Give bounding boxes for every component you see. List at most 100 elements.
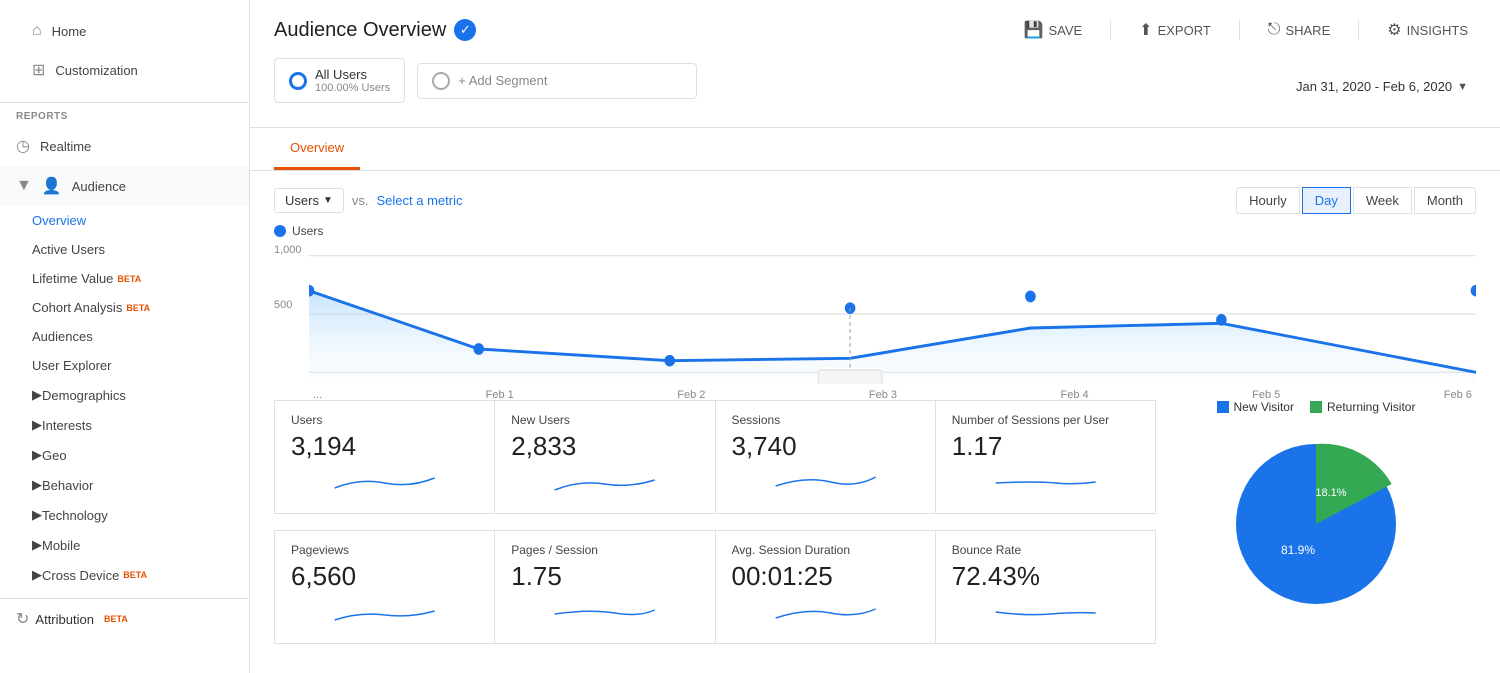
date-range-selector[interactable]: Jan 31, 2020 - Feb 6, 2020 ▼ xyxy=(1288,75,1476,98)
chart-dot-5 xyxy=(1216,314,1227,326)
sidebar-subitem-overview[interactable]: Overview xyxy=(0,206,249,235)
metrics-grid-top: Users 3,194 New Users 2,833 Sessions 3,7… xyxy=(274,400,1156,514)
sidebar-subitem-audiences[interactable]: Audiences xyxy=(0,322,249,351)
demographics-label: Demographics xyxy=(42,388,126,403)
metric-dropdown[interactable]: Users ▼ xyxy=(274,188,344,213)
x-label-6: Feb 6 xyxy=(1444,389,1472,401)
cross-device-label: Cross Device xyxy=(42,568,119,583)
segment-add-button[interactable]: + Add Segment xyxy=(417,63,697,99)
sparkline-spu xyxy=(952,468,1139,498)
pie-legend: New Visitor Returning Visitor xyxy=(1217,400,1416,414)
sparkline-users xyxy=(291,468,478,498)
page-title: Audience Overview xyxy=(274,19,446,42)
metric-value-pageviews: 6,560 xyxy=(291,561,478,592)
segment-circle-blue xyxy=(289,72,307,90)
metric-card-avg-duration: Avg. Session Duration 00:01:25 xyxy=(716,531,935,643)
share-button[interactable]: ⎋ SHARE xyxy=(1260,17,1338,43)
period-btn-hourly[interactable]: Hourly xyxy=(1236,187,1300,214)
realtime-label: Realtime xyxy=(40,139,91,154)
segment-circle-gray xyxy=(432,72,450,90)
x-label-4: Feb 4 xyxy=(1061,389,1089,401)
metric-label-sessions-per-user: Number of Sessions per User xyxy=(952,413,1139,427)
sidebar-item-realtime[interactable]: ◷ Realtime xyxy=(0,126,249,166)
sidebar-subitem-behavior[interactable]: ▶ Behavior xyxy=(0,470,249,500)
x-label-2: Feb 2 xyxy=(677,389,705,401)
mobile-label: Mobile xyxy=(42,538,80,553)
main-header: Audience Overview ✓ 💾 SAVE ⬆ EXPORT ⎋ SH… xyxy=(250,0,1500,128)
tab-overview[interactable]: Overview xyxy=(274,128,360,170)
behavior-label: Behavior xyxy=(42,478,93,493)
export-button[interactable]: ⬆ EXPORT xyxy=(1131,16,1219,44)
sidebar-top: ⌂ Home ⊞ Customization xyxy=(0,0,249,103)
period-btn-week[interactable]: Week xyxy=(1353,187,1412,214)
sidebar-item-home[interactable]: ⌂ Home xyxy=(16,12,233,50)
overview-label: Overview xyxy=(32,213,86,228)
attribution-icon: ↻ xyxy=(16,609,29,629)
sidebar-subitem-technology[interactable]: ▶ Technology xyxy=(0,500,249,530)
insights-button[interactable]: ⚙ INSIGHTS xyxy=(1379,16,1476,44)
lifetime-value-label: Lifetime Value xyxy=(32,271,113,286)
content-area: Users ▼ vs. Select a metric Hourly Day W… xyxy=(250,171,1500,673)
metric-value-users: 3,194 xyxy=(291,431,478,462)
sidebar-subitem-cross-device[interactable]: ▶ Cross Device BETA xyxy=(0,560,249,590)
sidebar-subitem-geo[interactable]: ▶ Geo xyxy=(0,440,249,470)
verified-icon: ✓ xyxy=(454,19,476,41)
metric-value-new-users: 2,833 xyxy=(511,431,698,462)
technology-label: Technology xyxy=(42,508,108,523)
sidebar-attribution[interactable]: ↻ Attribution BETA xyxy=(0,598,249,639)
sidebar-item-customization[interactable]: ⊞ Customization xyxy=(16,50,233,90)
select-metric-link[interactable]: Select a metric xyxy=(376,193,462,208)
sidebar-subitem-cohort[interactable]: Cohort Analysis BETA xyxy=(0,293,249,322)
sidebar-subitem-mobile[interactable]: ▶ Mobile xyxy=(0,530,249,560)
attribution-label: Attribution xyxy=(35,612,94,627)
date-range-chevron: ▼ xyxy=(1457,81,1468,93)
person-icon: 👤 xyxy=(42,176,62,196)
sidebar-subitem-user-explorer[interactable]: User Explorer xyxy=(0,351,249,380)
audiences-label: Audiences xyxy=(32,329,93,344)
save-label: SAVE xyxy=(1048,23,1082,38)
home-label: Home xyxy=(52,24,87,39)
divider-2 xyxy=(1239,20,1240,40)
cross-device-arrow: ▶ xyxy=(32,567,42,583)
sparkline-duration xyxy=(732,598,919,628)
sparkline-ps xyxy=(511,598,698,628)
period-btn-month[interactable]: Month xyxy=(1414,187,1476,214)
metric-card-users: Users 3,194 xyxy=(275,401,494,513)
sidebar-item-audience[interactable]: ▼ 👤 Audience xyxy=(0,166,249,206)
mobile-arrow: ▶ xyxy=(32,537,42,553)
chart-dot-2 xyxy=(664,355,675,367)
metric-card-pageviews: Pageviews 6,560 xyxy=(275,531,494,643)
geo-arrow: ▶ xyxy=(32,447,42,463)
metric-card-sessions-per-user: Number of Sessions per User 1.17 xyxy=(936,401,1155,513)
metric-label-pages-session: Pages / Session xyxy=(511,543,698,557)
sidebar-subitem-active-users[interactable]: Active Users xyxy=(0,235,249,264)
lifetime-value-beta-badge: BETA xyxy=(117,274,141,284)
save-icon: 💾 xyxy=(1024,20,1044,40)
sidebar-subitem-demographics[interactable]: ▶ Demographics xyxy=(0,380,249,410)
pie-new-pct: 81.9% xyxy=(1281,543,1315,557)
metrics-section: Users 3,194 New Users 2,833 Sessions 3,7… xyxy=(274,400,1156,644)
customization-label: Customization xyxy=(55,63,137,78)
home-icon: ⌂ xyxy=(32,22,42,40)
period-btn-day[interactable]: Day xyxy=(1302,187,1351,214)
legend-new-visitor: New Visitor xyxy=(1217,400,1294,414)
cohort-beta-badge: BETA xyxy=(126,303,150,313)
sidebar-subitem-lifetime-value[interactable]: Lifetime Value BETA xyxy=(0,264,249,293)
segment1-label: All Users xyxy=(315,67,390,82)
pie-chart: 18.1% 81.9% xyxy=(1216,424,1416,624)
metric-card-new-users: New Users 2,833 xyxy=(495,401,714,513)
export-icon: ⬆ xyxy=(1139,20,1152,40)
main-content: Audience Overview ✓ 💾 SAVE ⬆ EXPORT ⎋ SH… xyxy=(250,0,1500,673)
metric-label-pageviews: Pageviews xyxy=(291,543,478,557)
segments-row: All Users 100.00% Users + Add Segment xyxy=(274,58,697,115)
returning-visitor-label: Returning Visitor xyxy=(1327,400,1416,414)
header-top-row: Audience Overview ✓ 💾 SAVE ⬆ EXPORT ⎋ SH… xyxy=(274,16,1476,44)
segment2-label: + Add Segment xyxy=(458,73,547,88)
vs-label: vs. xyxy=(352,193,369,208)
period-buttons: Hourly Day Week Month xyxy=(1236,187,1476,214)
save-button[interactable]: 💾 SAVE xyxy=(1016,16,1091,44)
segment-all-users[interactable]: All Users 100.00% Users xyxy=(274,58,405,103)
metric-selector: Users ▼ vs. Select a metric xyxy=(274,188,462,213)
sidebar-subitem-interests[interactable]: ▶ Interests xyxy=(0,410,249,440)
metric-value-sessions: 3,740 xyxy=(732,431,919,462)
